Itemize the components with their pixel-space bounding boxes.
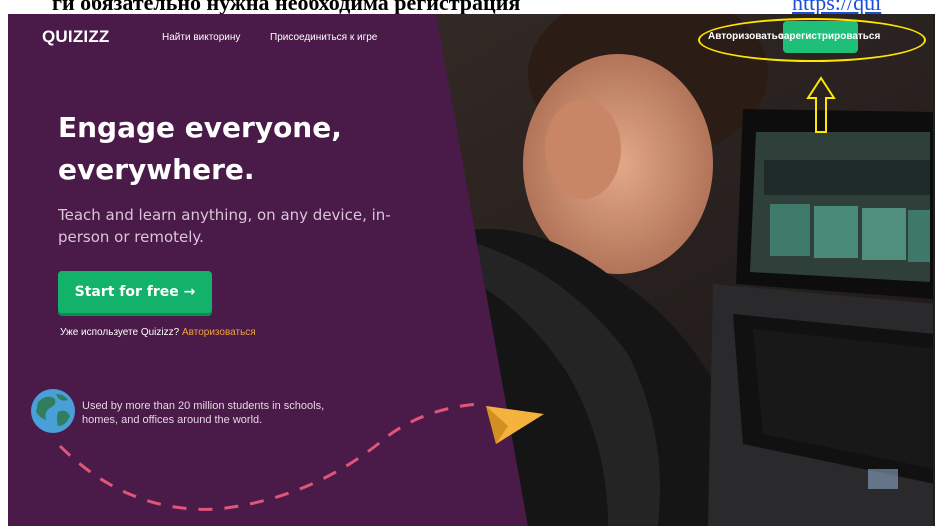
- quizizz-logo[interactable]: QUIZIZZ: [42, 27, 110, 47]
- hero-subtitle: Teach and learn anything, on any device,…: [58, 206, 391, 246]
- stats-text: Used by more than 20 million students in…: [82, 400, 325, 426]
- quizizz-homepage-screenshot: QUIZIZZ Найти викторину Присоединиться к…: [8, 14, 935, 526]
- already-using-line: Уже используете Quizizz? Авторизоваться: [60, 327, 256, 338]
- dashed-path-decoration: [58, 402, 479, 511]
- already-login-link[interactable]: Авторизоваться: [182, 327, 256, 338]
- globe-icon: [31, 389, 75, 433]
- document-text: ги обязательно нужна необходима регистра…: [52, 0, 521, 14]
- hero-title: Engage everyone, everywhere.: [58, 111, 342, 186]
- document-link[interactable]: https://qui: [792, 0, 881, 14]
- document-top-strip: ги обязательно нужна необходима регистра…: [0, 0, 935, 14]
- nav-find-quiz[interactable]: Найти викторину: [162, 32, 240, 43]
- register-button-label: зарегистрироваться: [779, 31, 881, 42]
- login-button[interactable]: Авторизоваться: [708, 31, 789, 42]
- register-button[interactable]: зарегистрироваться: [779, 21, 880, 53]
- start-for-free-button[interactable]: Start for free →: [58, 271, 212, 313]
- already-using-text: Уже используете Quizizz?: [60, 327, 180, 338]
- annotation-up-arrow-icon: [806, 76, 836, 133]
- nav-join-game[interactable]: Присоединиться к игре: [270, 32, 377, 43]
